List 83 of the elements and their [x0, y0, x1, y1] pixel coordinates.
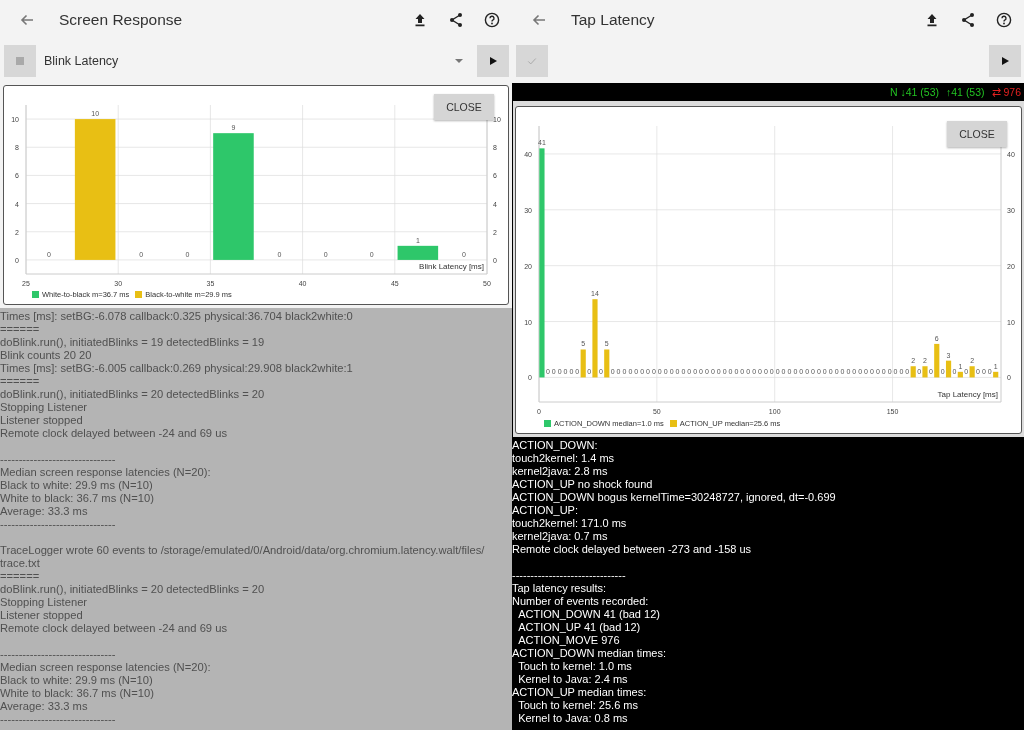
- x-axis-title: Blink Latency [ms]: [419, 262, 484, 271]
- log-line: Listener stopped: [0, 609, 83, 622]
- close-button[interactable]: CLOSE: [434, 94, 494, 120]
- log-line: Remote clock delayed between -24 and 69 us: [0, 427, 227, 440]
- log-line: -------------------------------: [0, 648, 116, 661]
- log-line: kernel2java: 2.8 ms: [512, 465, 608, 478]
- log-line: TraceLogger wrote 60 events to /storage/emulated/0/Android/data/org.chromium.latency.walt/files/ trace.txt: [0, 544, 486, 570]
- bar: [993, 371, 999, 378]
- log-line: ACTION_DOWN 41 (bad 12): [517, 608, 660, 621]
- log-line: -------------------------------: [0, 453, 116, 466]
- play-button[interactable]: [477, 45, 509, 77]
- close-button[interactable]: CLOSE: [947, 121, 1007, 147]
- log-line: Touch to kernel: 25.6 ms: [517, 699, 638, 712]
- help-icon[interactable]: [484, 12, 500, 28]
- log-line: -------------------------------: [0, 713, 116, 726]
- bar: [969, 366, 975, 378]
- help-icon[interactable]: [996, 12, 1012, 28]
- bar: [910, 366, 916, 378]
- log-line: Stopping Listener: [0, 596, 88, 609]
- bar: [922, 366, 928, 378]
- log-line: kernel2java: 0.7 ms: [512, 530, 608, 543]
- back-icon[interactable]: [19, 12, 35, 28]
- test-dropdown[interactable]: Blink Latency: [36, 45, 477, 77]
- bar: [580, 349, 586, 378]
- event-count: ⇄ 976: [991, 86, 1021, 98]
- log-line: White to black: 36.7 ms (N=10): [0, 492, 154, 505]
- log-line: Kernel to Java: 0.8 ms: [517, 712, 628, 725]
- log-line: doBlink.run(), initiatedBlinks = 20 detectedBlinks = 20: [0, 583, 265, 596]
- log-line: Average: 33.3 ms: [0, 505, 88, 518]
- log-line: Number of events recorded:: [512, 595, 649, 608]
- play-icon: [488, 56, 498, 66]
- log-line: -------------------------------: [512, 569, 626, 582]
- event-count: N ↓41 (53): [890, 86, 940, 98]
- log-line: ACTION_MOVE 976: [517, 634, 620, 647]
- caret-icon: [455, 59, 463, 63]
- x-axis-title: Tap Latency [ms]: [937, 390, 998, 399]
- log-line: ======: [0, 375, 40, 388]
- log-line: Tap latency results:: [512, 582, 607, 595]
- log-line: ACTION_DOWN bogus kernelTime=30248727, ignored, dt=-0.699: [512, 491, 836, 504]
- log-line: White to black: 36.7 ms (N=10): [0, 687, 154, 700]
- event-count: ↑41 (53): [946, 86, 985, 98]
- log-line: Median screen response latencies (N=20):: [0, 466, 211, 479]
- log-line: ACTION_UP no shock found: [512, 478, 653, 491]
- log-line: ======: [0, 323, 40, 336]
- check-button[interactable]: [516, 45, 548, 77]
- log-line: Times [ms]: setBG:-6.078 callback:0.325 physical:36.704 black2white:0: [0, 310, 353, 323]
- log-line: doBlink.run(), initiatedBlinks = 20 detectedBlinks = 20: [0, 388, 265, 401]
- log-line: Stopping Listener: [0, 401, 88, 414]
- log-line: Times [ms]: setBG:-6.005 callback:0.269 physical:29.908 black2white:1: [0, 362, 353, 375]
- bar: [957, 371, 963, 378]
- bar: [934, 343, 940, 378]
- log-line: -------------------------------: [0, 518, 116, 531]
- log-line: touch2kernel: 171.0 ms: [512, 517, 627, 530]
- check-icon: [527, 56, 537, 66]
- log-line: touch2kernel: 1.4 ms: [512, 452, 615, 465]
- log-line: Median screen response latencies (N=20):: [0, 661, 211, 674]
- bar: [604, 349, 610, 378]
- share-icon[interactable]: [960, 12, 976, 28]
- log-line: Touch to kernel: 1.0 ms: [517, 660, 632, 673]
- log-line: Remote clock delayed between -24 and 69 us: [0, 622, 227, 635]
- log-line: ACTION_DOWN:: [512, 439, 598, 452]
- log-line: ======: [0, 570, 40, 583]
- log-line: Average: 33.3 ms: [0, 700, 88, 713]
- log-line: Black to white: 29.9 ms (N=10): [0, 479, 153, 492]
- screen-title: Screen Response: [59, 11, 184, 29]
- log-line: ACTION_UP:: [512, 504, 578, 517]
- log-line: Listener stopped: [0, 414, 83, 427]
- log-line: ACTION_DOWN median times:: [512, 647, 667, 660]
- log-line: ACTION_UP 41 (bad 12): [517, 621, 641, 634]
- back-icon[interactable]: [531, 12, 547, 28]
- log-line: Blink counts 20 20: [0, 349, 92, 362]
- play-button[interactable]: [989, 45, 1021, 77]
- bar: [397, 245, 439, 260]
- log-line: Black to white: 29.9 ms (N=10): [0, 674, 153, 687]
- play-icon: [1000, 56, 1010, 66]
- stop-icon: [15, 56, 25, 66]
- bar: [945, 360, 952, 378]
- log-line: Kernel to Java: 2.4 ms: [517, 673, 628, 686]
- log-line: ACTION_UP median times:: [512, 686, 647, 699]
- screen-title: Tap Latency: [571, 11, 656, 29]
- log-line: Remote clock delayed between -273 and -158 us: [512, 543, 752, 556]
- share-icon[interactable]: [448, 12, 464, 28]
- log-line: doBlink.run(), initiatedBlinks = 19 detectedBlinks = 19: [0, 336, 265, 349]
